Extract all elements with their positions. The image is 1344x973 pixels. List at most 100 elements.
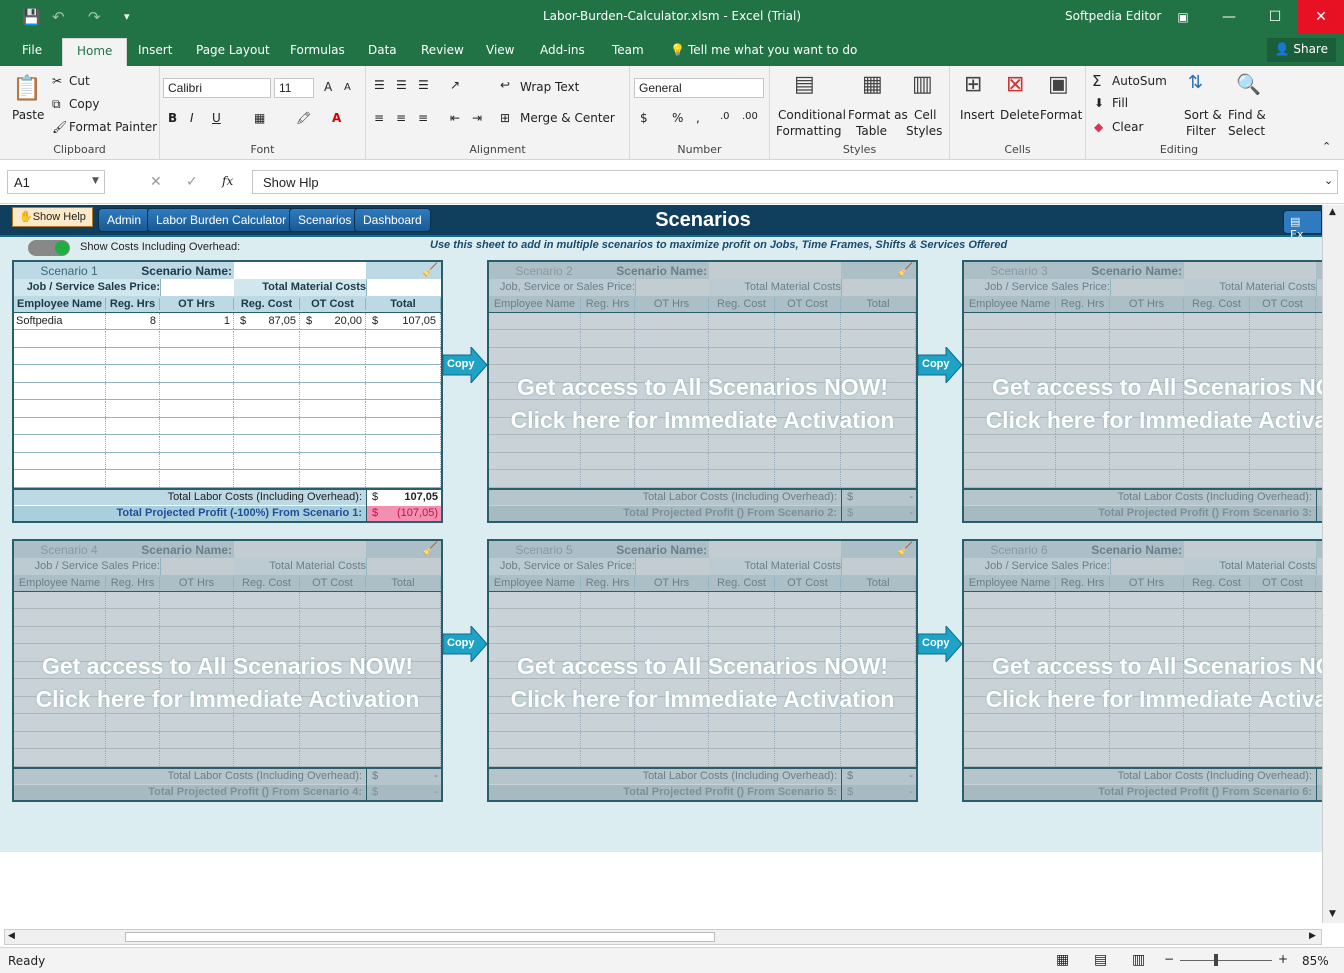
insert-cells-button[interactable]: Insert: [960, 108, 994, 122]
tell-me-input[interactable]: Tell me what you want to do: [688, 43, 857, 57]
table-cell[interactable]: [14, 330, 106, 347]
copy-button[interactable]: Copy: [69, 97, 99, 111]
table-cell[interactable]: [300, 348, 366, 364]
tab-view[interactable]: View: [486, 43, 514, 57]
grow-font-icon[interactable]: A: [324, 80, 332, 94]
table-cell[interactable]: [964, 592, 1056, 608]
table-row[interactable]: [964, 348, 1322, 365]
borders-icon[interactable]: ▦: [254, 111, 265, 125]
table-cell[interactable]: [366, 749, 441, 766]
format-painter-button[interactable]: Format Painter: [69, 120, 157, 134]
table-row[interactable]: [14, 365, 441, 383]
table-cell[interactable]: [489, 592, 581, 608]
table-cell[interactable]: [106, 453, 160, 469]
table-cell[interactable]: [1056, 330, 1110, 347]
format-as-table-line1[interactable]: Format as: [848, 108, 908, 122]
format-cells-button[interactable]: Format: [1040, 108, 1082, 122]
table-cell[interactable]: [14, 749, 106, 766]
wrap-text-button[interactable]: Wrap Text: [520, 80, 579, 94]
scenario-name-input[interactable]: [234, 262, 366, 279]
table-row[interactable]: [14, 435, 441, 453]
table-cell[interactable]: [489, 609, 581, 626]
table-cell[interactable]: [1110, 313, 1184, 329]
sales-price-input[interactable]: [635, 279, 709, 296]
table-cell[interactable]: [1250, 714, 1316, 731]
table-cell[interactable]: [234, 383, 300, 399]
overhead-toggle[interactable]: [28, 240, 70, 256]
zoom-slider-thumb[interactable]: [1214, 954, 1218, 966]
scenario-panel[interactable]: Scenario 6Scenario Name:🧹Job / Service S…: [962, 539, 1322, 802]
scenario-name-input[interactable]: [709, 541, 841, 558]
table-cell[interactable]: [14, 400, 106, 417]
table-cell[interactable]: [709, 609, 775, 626]
table-cell[interactable]: [841, 749, 916, 766]
table-row[interactable]: [14, 627, 441, 644]
clear-button[interactable]: Clear: [1112, 120, 1143, 134]
confirm-entry-button[interactable]: ✓: [186, 174, 198, 190]
scroll-up-icon[interactable]: ▲: [1329, 207, 1336, 217]
table-cell[interactable]: [106, 383, 160, 399]
table-cell[interactable]: [635, 732, 709, 748]
table-cell[interactable]: [1056, 749, 1110, 766]
table-cell[interactable]: [234, 592, 300, 608]
table-cell[interactable]: [635, 313, 709, 329]
table-cell[interactable]: [234, 400, 300, 417]
table-cell[interactable]: [709, 749, 775, 766]
table-cell[interactable]: [964, 609, 1056, 626]
currency-button[interactable]: $: [640, 111, 648, 125]
table-cell[interactable]: [841, 732, 916, 748]
table-cell[interactable]: [709, 330, 775, 347]
table-cell[interactable]: [1184, 714, 1250, 731]
table-cell[interactable]: [489, 714, 581, 731]
table-cell[interactable]: [1110, 627, 1184, 643]
scenario-panel[interactable]: Scenario 3Scenario Name:🧹Job / Service S…: [962, 260, 1322, 523]
scroll-left-icon[interactable]: ◀: [8, 931, 15, 941]
table-cell[interactable]: [775, 732, 841, 748]
horizontal-scroll-thumb[interactable]: [125, 932, 715, 942]
table-row[interactable]: [964, 749, 1322, 767]
scroll-down-icon[interactable]: ▼: [1329, 909, 1336, 919]
table-cell[interactable]: [1250, 348, 1316, 364]
table-cell[interactable]: [635, 330, 709, 347]
zoom-slider[interactable]: [1180, 960, 1272, 961]
total-material-input[interactable]: [841, 558, 916, 575]
table-cell[interactable]: [300, 365, 366, 382]
table-cell[interactable]: [160, 470, 234, 487]
ribbon-display-options-icon[interactable]: ▣: [1160, 0, 1206, 34]
table-cell[interactable]: [489, 313, 581, 329]
cell-styles-line1[interactable]: Cell: [914, 108, 936, 122]
paste-button[interactable]: Paste: [12, 108, 44, 122]
share-button[interactable]: 👤 Share: [1266, 38, 1336, 62]
table-row[interactable]: [964, 453, 1322, 470]
table-cell[interactable]: [300, 418, 366, 434]
table-cell[interactable]: [300, 749, 366, 766]
nav-labor-burden-button[interactable]: Labor Burden Calculator: [147, 208, 296, 232]
table-cell[interactable]: [106, 592, 160, 608]
copy-arrow-button[interactable]: Copy: [442, 624, 488, 664]
table-cell[interactable]: [1250, 470, 1316, 487]
table-row[interactable]: [964, 714, 1322, 732]
collapse-ribbon-icon[interactable]: ⌃: [1322, 140, 1331, 153]
orientation-icon[interactable]: ↗: [450, 78, 460, 92]
show-help-button[interactable]: ✋Show Help: [12, 207, 93, 227]
table-cell[interactable]: [160, 348, 234, 364]
table-cell[interactable]: [106, 627, 160, 643]
table-cell[interactable]: [489, 435, 581, 452]
table-cell[interactable]: [366, 365, 441, 382]
table-cell[interactable]: [1056, 453, 1110, 469]
table-cell[interactable]: [841, 592, 916, 608]
table-cell[interactable]: [709, 732, 775, 748]
table-cell[interactable]: [1184, 470, 1250, 487]
table-cell[interactable]: [14, 714, 106, 731]
table-cell[interactable]: [366, 330, 441, 347]
table-cell[interactable]: [841, 609, 916, 626]
nav-admin-button[interactable]: Admin: [98, 208, 151, 232]
table-cell[interactable]: [14, 348, 106, 364]
zoom-out-button[interactable]: −: [1164, 952, 1174, 966]
table-cell[interactable]: [841, 453, 916, 469]
table-cell[interactable]: [841, 470, 916, 487]
activation-message-line2[interactable]: Click here for Immediate Activation: [14, 686, 441, 713]
table-cell[interactable]: [300, 714, 366, 731]
scenario-name-input[interactable]: [1184, 262, 1316, 279]
table-cell[interactable]: [1184, 348, 1250, 364]
